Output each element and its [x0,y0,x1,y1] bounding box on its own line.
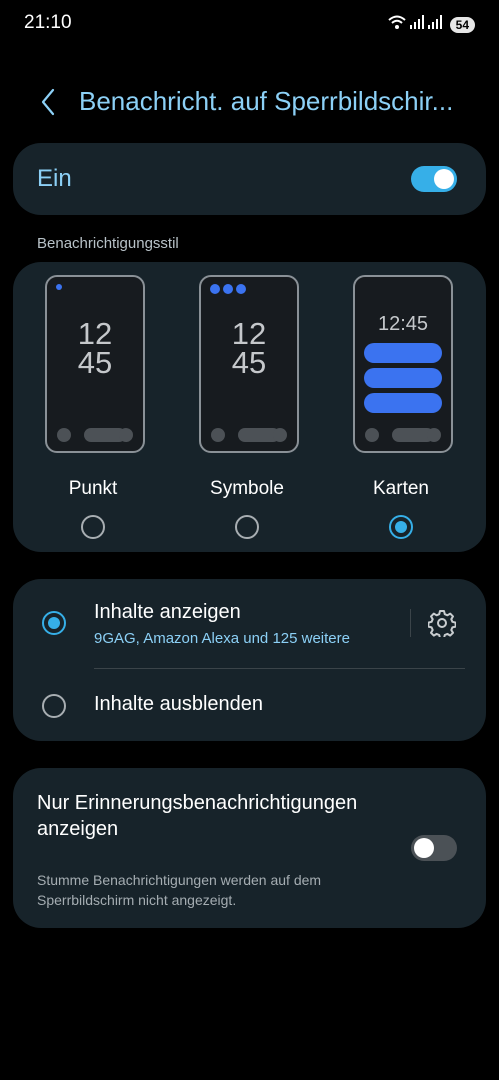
master-switch-label: Ein [37,165,72,192]
reminder-only-description: Stumme Benachrichtigungen werden auf dem… [37,872,322,908]
status-time: 21:10 [24,12,72,33]
master-switch-card[interactable]: Ein [13,143,486,215]
preview-clock: 12 45 [231,316,267,380]
signal-icon [409,15,424,34]
reminder-only-card[interactable]: Nur Erinnerungsbenachrichtigungen anzeig… [13,768,486,928]
hide-content-title: Inhalte ausblenden [94,693,264,715]
content-visibility-card: Inhalte anzeigen 9GAG, Amazon Alexa und … [13,579,486,741]
show-content-apps: 9GAG, Amazon Alexa und 125 weitere [94,630,350,647]
style-option-dot[interactable]: 12 45 Punkt [23,262,163,552]
option-show-content[interactable]: Inhalte anzeigen 9GAG, Amazon Alexa und … [13,579,486,667]
preview-clock: 12 45 [77,316,113,380]
status-bar: 21:10 54 [0,0,499,46]
radio-show-content[interactable] [42,611,66,635]
style-radio-icons[interactable] [235,515,259,539]
style-radio-dot[interactable] [81,515,105,539]
phone-preview: 12 45 [45,275,145,453]
style-option-label: Symbole [210,478,284,499]
radio-hide-content[interactable] [42,694,66,718]
gear-icon [427,609,457,642]
reminder-only-title: Nur Erinnerungsbenachrichtigungen anzeig… [37,792,358,840]
toggle-knob [414,838,434,858]
notification-dot [56,284,62,290]
section-label-notification-style: Benachrichtigungsstil [37,235,179,252]
phone-preview: 12 45 [199,275,299,453]
master-toggle[interactable] [411,166,457,192]
notification-style-card: 12 45 Punkt 12 45 Symbole 12:45 Karten [13,262,486,552]
notification-icons [210,284,246,294]
style-option-cards[interactable]: 12:45 Karten [331,262,471,552]
divider [410,609,411,637]
back-button[interactable] [34,88,62,120]
reminder-only-toggle[interactable] [411,835,457,861]
show-content-title: Inhalte anzeigen [94,601,241,623]
phone-preview: 12:45 [353,275,453,453]
style-option-icons[interactable]: 12 45 Symbole [177,262,317,552]
chevron-left-icon [40,88,56,121]
settings-button[interactable] [424,607,460,643]
battery-badge: 54 [449,16,475,33]
header: Benachricht. auf Sperrbildschir... [0,82,499,126]
signal-icon [427,15,442,34]
toggle-knob [434,169,454,189]
notification-cards [364,343,442,418]
preview-clock: 12:45 [377,313,429,335]
style-radio-cards[interactable] [389,515,413,539]
wifi-icon [387,14,406,35]
option-hide-content[interactable]: Inhalte ausblenden [13,669,486,741]
page-title: Benachricht. auf Sperrbildschir... [79,86,454,116]
style-option-label: Karten [373,478,429,499]
status-icons: 54 [387,14,475,35]
style-option-label: Punkt [68,478,118,499]
